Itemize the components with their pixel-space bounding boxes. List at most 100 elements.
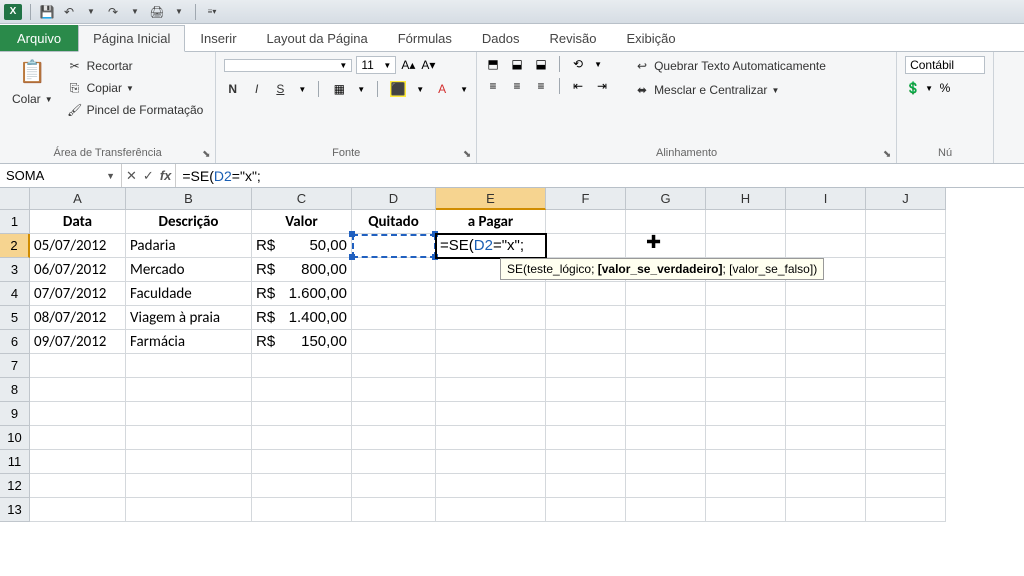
cell[interactable]: R$50,00 (252, 234, 352, 258)
cell[interactable] (866, 426, 946, 450)
cell[interactable] (866, 258, 946, 282)
cell[interactable] (252, 450, 352, 474)
cell[interactable] (436, 450, 546, 474)
tab-formulas[interactable]: Fórmulas (383, 25, 467, 51)
cell[interactable] (866, 402, 946, 426)
cell[interactable]: Viagem à praia (126, 306, 252, 330)
cell[interactable] (786, 210, 866, 234)
cell[interactable] (30, 474, 126, 498)
cell[interactable] (866, 282, 946, 306)
cell[interactable] (352, 378, 436, 402)
cell[interactable] (30, 426, 126, 450)
cell[interactable] (126, 450, 252, 474)
cell[interactable] (706, 378, 786, 402)
cell[interactable]: Faculdade (126, 282, 252, 306)
formula-bar[interactable]: =SE(D2="x"; (176, 164, 1024, 187)
paste-icon[interactable]: 📋 (16, 56, 48, 88)
borders-icon[interactable]: ▦ (331, 81, 347, 97)
cell[interactable] (126, 426, 252, 450)
cell[interactable] (866, 234, 946, 258)
font-launcher-icon[interactable]: ⬊ (460, 147, 474, 161)
cell[interactable] (30, 498, 126, 522)
align-left-icon[interactable]: ≡ (485, 78, 501, 94)
copy-button[interactable]: ⎘Copiar ▼ (63, 78, 208, 98)
row-header[interactable]: 7 (0, 354, 30, 378)
tab-file[interactable]: Arquivo (0, 25, 78, 51)
redo-icon[interactable]: ↷ (105, 4, 121, 20)
row-header[interactable]: 5 (0, 306, 30, 330)
cell[interactable] (706, 498, 786, 522)
cell[interactable] (626, 210, 706, 234)
column-header[interactable]: E (436, 188, 546, 210)
cell[interactable] (436, 426, 546, 450)
column-header[interactable]: G (626, 188, 706, 210)
align-center-icon[interactable]: ≡ (509, 78, 525, 94)
cell[interactable]: Mercado (126, 258, 252, 282)
column-header[interactable]: A (30, 188, 126, 210)
bold-button[interactable]: N (224, 80, 241, 98)
cell[interactable] (352, 306, 436, 330)
cell[interactable] (252, 354, 352, 378)
cell[interactable] (786, 306, 866, 330)
cell[interactable] (706, 330, 786, 354)
tab-review[interactable]: Revisão (535, 25, 612, 51)
row-header[interactable]: 11 (0, 450, 30, 474)
cell[interactable] (546, 282, 626, 306)
cell[interactable] (706, 354, 786, 378)
cell[interactable] (706, 426, 786, 450)
cell[interactable] (706, 450, 786, 474)
cell[interactable] (352, 498, 436, 522)
cell[interactable] (786, 498, 866, 522)
cell[interactable]: 05/07/2012 (30, 234, 126, 258)
format-painter-button[interactable]: 🖌Pincel de Formatação (63, 100, 208, 120)
column-header[interactable]: D (352, 188, 436, 210)
cell[interactable] (352, 426, 436, 450)
cell[interactable] (626, 498, 706, 522)
cell[interactable] (30, 354, 126, 378)
save-icon[interactable]: 💾 (39, 4, 55, 20)
cell[interactable] (626, 474, 706, 498)
cell[interactable] (866, 450, 946, 474)
row-header[interactable]: 3 (0, 258, 30, 282)
cell[interactable] (126, 354, 252, 378)
cell[interactable] (30, 378, 126, 402)
cell[interactable] (706, 402, 786, 426)
cell[interactable] (546, 234, 626, 258)
cell[interactable] (436, 474, 546, 498)
column-header[interactable]: J (866, 188, 946, 210)
print-icon[interactable]: 🖨 (149, 4, 165, 20)
row-header[interactable]: 1 (0, 210, 30, 234)
cell[interactable] (546, 498, 626, 522)
cell[interactable] (352, 402, 436, 426)
cell[interactable] (352, 474, 436, 498)
cell[interactable] (436, 330, 546, 354)
row-header[interactable]: 8 (0, 378, 30, 402)
row-header[interactable]: 12 (0, 474, 30, 498)
column-header[interactable]: H (706, 188, 786, 210)
tab-insert[interactable]: Inserir (185, 25, 251, 51)
select-all-corner[interactable] (0, 188, 30, 210)
tab-home[interactable]: Página Inicial (78, 25, 185, 52)
fx-icon[interactable]: fx (160, 168, 172, 183)
cell[interactable]: Descrição (126, 210, 252, 234)
cell[interactable] (626, 402, 706, 426)
cell[interactable] (786, 330, 866, 354)
cell[interactable] (786, 234, 866, 258)
cell[interactable]: Padaria (126, 234, 252, 258)
cell[interactable] (626, 282, 706, 306)
paste-button[interactable]: Colar ▼ (8, 90, 57, 108)
cell[interactable] (352, 450, 436, 474)
align-middle-icon[interactable]: ⬓ (509, 56, 525, 72)
cell[interactable] (126, 402, 252, 426)
italic-button[interactable]: I (251, 80, 262, 98)
cell[interactable] (436, 378, 546, 402)
cell[interactable]: R$1.600,00 (252, 282, 352, 306)
tab-data[interactable]: Dados (467, 25, 535, 51)
tab-view[interactable]: Exibição (611, 25, 690, 51)
row-header[interactable]: 4 (0, 282, 30, 306)
cell[interactable] (436, 282, 546, 306)
cell[interactable] (30, 402, 126, 426)
shrink-font-icon[interactable]: A▾ (420, 57, 436, 73)
cell[interactable] (546, 210, 626, 234)
cell[interactable]: R$800,00 (252, 258, 352, 282)
